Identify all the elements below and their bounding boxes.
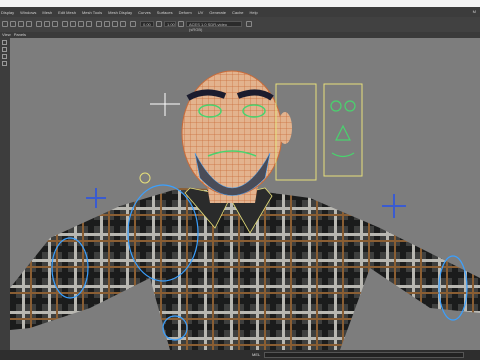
menu-uv[interactable]: UV — [198, 10, 204, 15]
lasso-tool-icon[interactable] — [2, 47, 7, 52]
color-management-icon[interactable] — [178, 21, 184, 27]
rotate-tool-icon[interactable] — [2, 61, 7, 66]
face-ui-eye-left — [330, 100, 342, 112]
gamma-field[interactable]: 1.00 — [164, 21, 176, 27]
menu-deform[interactable]: Deform — [179, 10, 192, 15]
command-line-input[interactable] — [264, 352, 464, 358]
menu-generate[interactable]: Generate — [209, 10, 226, 15]
menu-mesh-display[interactable]: Mesh Display — [108, 10, 132, 15]
menu-windows[interactable]: Windows — [20, 10, 36, 15]
menu-display[interactable]: Display — [1, 10, 14, 15]
move-tool-icon[interactable] — [2, 54, 7, 59]
lights-icon[interactable] — [86, 21, 92, 27]
menu-cache[interactable]: Cache — [232, 10, 244, 15]
exposure-field[interactable]: 0.00 — [140, 21, 154, 27]
isolate-select-icon[interactable] — [112, 21, 118, 27]
status-bar: MEL — [0, 350, 480, 360]
menu-bar: Display Windows Mesh Edit Mesh Mesh Tool… — [0, 7, 480, 17]
menu-mesh-tools[interactable]: Mesh Tools — [82, 10, 102, 15]
select-tool-icon[interactable] — [2, 40, 7, 45]
gamma-icon[interactable] — [156, 21, 162, 27]
resolution-gate-icon[interactable] — [52, 21, 58, 27]
menu-panels[interactable]: Panels — [14, 32, 26, 37]
ear — [278, 112, 292, 144]
face-ui-eye-right — [344, 100, 356, 112]
grid-icon[interactable] — [36, 21, 42, 27]
head — [181, 70, 283, 196]
menu-curves[interactable]: Curves — [138, 10, 151, 15]
face-ui-panel-right — [323, 83, 363, 177]
smooth-shade-icon[interactable] — [70, 21, 76, 27]
face-ui-mouth — [331, 152, 355, 158]
tool-strip — [0, 38, 10, 350]
camera-attributes-icon[interactable] — [10, 21, 16, 27]
menu-edit-mesh[interactable]: Edit Mesh — [58, 10, 76, 15]
image-plane-icon[interactable] — [26, 21, 32, 27]
face-ui-nose — [335, 124, 351, 141]
shadows-icon[interactable] — [96, 21, 102, 27]
viewport-toolbar: 0.00 1.00 ACES 1.0 SDR-video (sRGB) — [0, 17, 480, 33]
app-logo: M — [472, 9, 476, 14]
wireframe-icon[interactable] — [62, 21, 68, 27]
ik-cross-left — [86, 188, 106, 208]
title-bar — [0, 0, 480, 7]
mel-label: MEL — [252, 352, 261, 357]
view-transform-select[interactable]: ACES 1.0 SDR-video (sRGB) — [186, 21, 242, 32]
menu-mesh[interactable]: Mesh — [42, 10, 52, 15]
viewport-scene — [10, 70, 480, 350]
menu-help[interactable]: Help — [250, 10, 258, 15]
3d-viewport[interactable] — [10, 38, 480, 350]
bookmark-icon[interactable] — [18, 21, 24, 27]
ik-cross-right — [382, 194, 406, 218]
shoulder-control-left — [139, 172, 151, 184]
textured-icon[interactable] — [78, 21, 84, 27]
menu-view[interactable]: View — [2, 32, 11, 37]
chevron-down-icon[interactable] — [246, 21, 252, 27]
crosshair-control — [150, 93, 180, 116]
menu-surfaces[interactable]: Surfaces — [157, 10, 173, 15]
film-gate-icon[interactable] — [44, 21, 50, 27]
xray-joints-icon[interactable] — [130, 21, 136, 27]
select-camera-icon[interactable] — [2, 21, 8, 27]
ambient-occlusion-icon[interactable] — [104, 21, 110, 27]
xray-icon[interactable] — [120, 21, 126, 27]
